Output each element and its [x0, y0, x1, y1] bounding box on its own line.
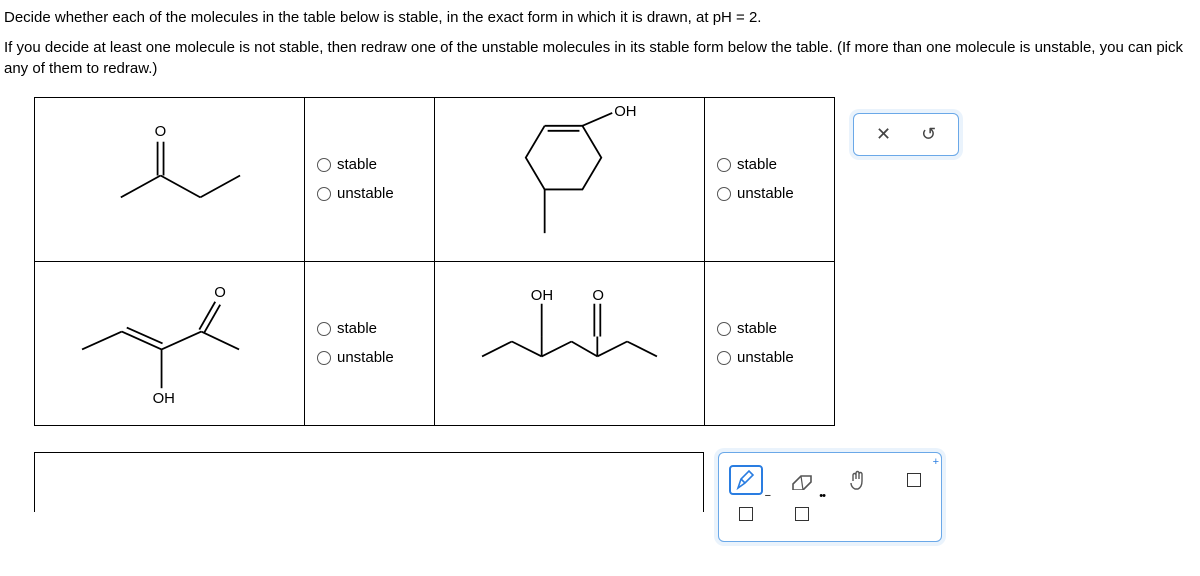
radio-2-stable[interactable]: [717, 158, 731, 172]
options-2: stable unstable: [705, 97, 835, 261]
radio-4-unstable[interactable]: [717, 351, 731, 365]
label-stable: stable: [737, 156, 777, 173]
new-icon[interactable]: +: [897, 465, 931, 495]
label-stable: stable: [337, 156, 377, 173]
label-unstable: unstable: [737, 185, 794, 202]
svg-text:OH: OH: [614, 104, 636, 120]
svg-text:OH: OH: [531, 288, 553, 304]
question-line-1: Decide whether each of the molecules in …: [4, 8, 1196, 28]
label-stable: stable: [337, 320, 377, 337]
radio-3-stable[interactable]: [317, 322, 331, 336]
options-1: stable unstable: [305, 97, 435, 261]
molecule-2: OH: [435, 97, 705, 261]
radio-1-unstable[interactable]: [317, 187, 331, 201]
svg-text:O: O: [592, 288, 604, 304]
radio-4-stable[interactable]: [717, 322, 731, 336]
label-unstable: unstable: [337, 349, 394, 366]
molecule-4: OH O: [435, 261, 705, 425]
options-3: stable unstable: [305, 261, 435, 425]
label-unstable: unstable: [337, 185, 394, 202]
molecule-1: O: [35, 97, 305, 261]
lonepair-icon[interactable]: ••: [785, 499, 819, 529]
pencil-icon[interactable]: [729, 465, 763, 495]
options-4: stable unstable: [705, 261, 835, 425]
radio-1-stable[interactable]: [317, 158, 331, 172]
label-unstable: unstable: [737, 349, 794, 366]
svg-text:O: O: [155, 124, 167, 140]
molecule-3: O OH: [35, 261, 305, 425]
drawing-canvas[interactable]: [34, 452, 704, 512]
radio-3-unstable[interactable]: [317, 351, 331, 365]
molecule-table: O stable unstable OH stable uns: [34, 97, 835, 426]
side-buttons: ✕ ↺: [853, 113, 959, 156]
undo-icon[interactable]: ↺: [921, 124, 936, 145]
hand-icon[interactable]: [841, 465, 875, 495]
svg-text:OH: OH: [153, 391, 175, 407]
anion-icon[interactable]: −: [729, 499, 763, 529]
close-icon[interactable]: ✕: [876, 124, 891, 145]
radio-2-unstable[interactable]: [717, 187, 731, 201]
question-line-2: If you decide at least one molecule is n…: [4, 38, 1196, 79]
drawing-toolbox: + − ••: [718, 452, 942, 542]
eraser-icon[interactable]: [785, 465, 819, 495]
svg-text:O: O: [214, 285, 226, 301]
label-stable: stable: [737, 320, 777, 337]
